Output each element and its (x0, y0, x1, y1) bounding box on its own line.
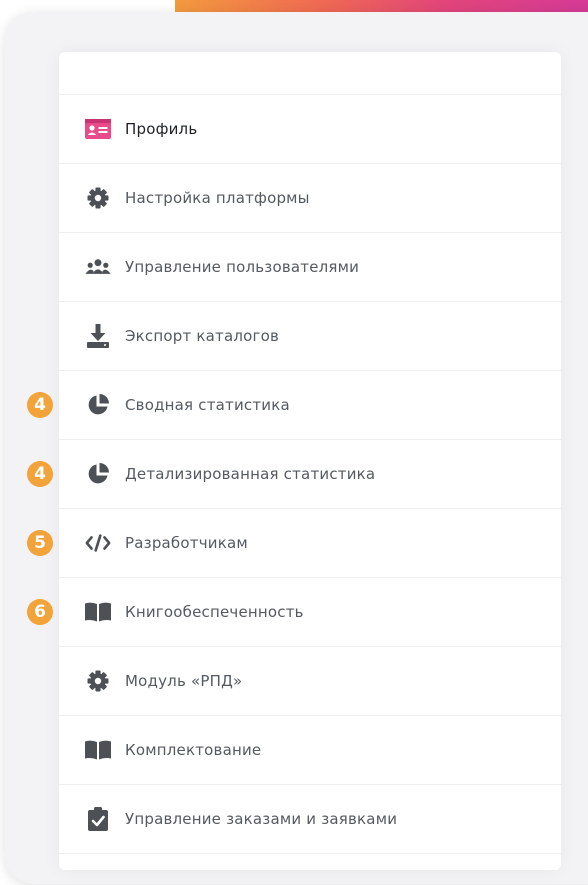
menu-item-label: Комплектование (125, 741, 262, 759)
book-icon (85, 738, 111, 762)
menu-item-orders-management[interactable]: Управление заказами и заявками (59, 785, 561, 854)
menu-item-rpd-module[interactable]: Модуль «РПД» (59, 647, 561, 716)
pie-chart-icon (85, 462, 111, 486)
code-icon (85, 531, 111, 555)
menu-item-label: Настройка платформы (125, 189, 310, 207)
users-icon (85, 255, 111, 279)
menu-item-platform-settings[interactable]: Настройка платформы (59, 164, 561, 233)
menu-item-label: Сводная статистика (125, 396, 290, 414)
step-badge: 4 (27, 461, 53, 487)
menu-item-label: Детализированная статистика (125, 465, 376, 483)
gear-icon (85, 186, 111, 210)
menu-item-label: Разработчикам (125, 534, 248, 552)
menu-item-label: Экспорт каталогов (125, 327, 280, 345)
menu-card: Профиль Настройка платформы Управление п… (5, 12, 588, 884)
gear-icon (85, 669, 111, 693)
menu-item-developers[interactable]: 5 Разработчикам (27, 509, 561, 578)
menu-item-label: Модуль «РПД» (125, 672, 243, 690)
step-badge: 5 (27, 530, 53, 556)
book-icon (85, 600, 111, 624)
menu-item-acquisition[interactable]: Комплектование (59, 716, 561, 785)
pie-chart-icon (85, 393, 111, 417)
menu-item-summary-statistics[interactable]: 4 Сводная статистика (27, 371, 561, 440)
profile-card-icon (85, 117, 111, 141)
menu-item-label: Управление пользователями (125, 258, 360, 276)
settings-menu: Профиль Настройка платформы Управление п… (27, 94, 561, 854)
menu-item-book-availability[interactable]: 6 Книгообеспеченность (27, 578, 561, 647)
menu-item-label: Управление заказами и заявками (125, 810, 398, 828)
menu-item-profile[interactable]: Профиль (59, 95, 561, 164)
menu-item-detailed-statistics[interactable]: 4 Детализированная статистика (27, 440, 561, 509)
menu-item-label: Профиль (125, 120, 198, 138)
menu-item-label: Книгообеспеченность (125, 603, 304, 621)
menu-item-catalog-export[interactable]: Экспорт каталогов (59, 302, 561, 371)
clipboard-check-icon (85, 807, 111, 831)
menu-item-user-management[interactable]: Управление пользователями (59, 233, 561, 302)
step-badge: 6 (27, 599, 53, 625)
step-badge: 4 (27, 392, 53, 418)
download-icon (85, 324, 111, 348)
menu-panel: Профиль Настройка платформы Управление п… (27, 52, 561, 870)
